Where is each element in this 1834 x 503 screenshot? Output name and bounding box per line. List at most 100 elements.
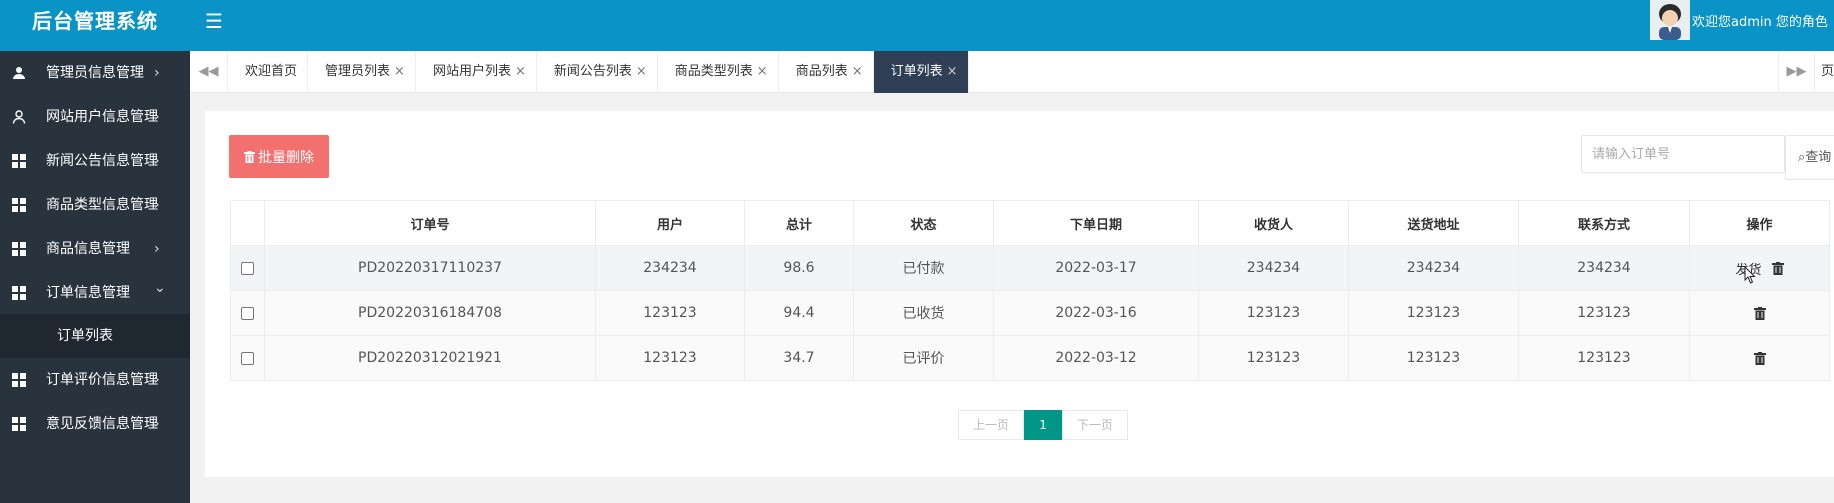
grid-icon [12, 417, 26, 431]
sidebar-item-order-manage[interactable]: 订单信息管理 ⌄ [0, 271, 190, 315]
total-cell: 94.4 [744, 290, 854, 336]
date-cell: 2022-03-12 [993, 335, 1199, 381]
tab-scroll-left-icon[interactable]: ◀◀ [190, 51, 228, 93]
row-select-cell [230, 245, 265, 291]
row-checkbox[interactable] [241, 351, 254, 365]
status-cell: 已收货 [853, 290, 994, 336]
column-header: 订单号 [264, 200, 596, 246]
close-icon[interactable]: × [852, 64, 863, 79]
close-icon[interactable]: × [947, 64, 958, 79]
close-icon[interactable]: × [515, 64, 526, 79]
page-number-current[interactable]: 1 [1024, 410, 1063, 440]
grid-icon [12, 242, 26, 256]
user-info[interactable]: 欢迎您admin 您的角色 [1650, 0, 1828, 40]
sidebar-item-label: 新闻公告信息管理 [46, 153, 158, 169]
user-cell: 123123 [595, 335, 745, 381]
table-row[interactable]: PD20220312021921 123123 34.7 已评价 2022-03… [230, 335, 1830, 381]
sidebar-item-label: 订单评价信息管理 [46, 372, 158, 388]
actions-cell: 发货 [1689, 245, 1830, 291]
tab-welcome[interactable]: 欢迎首页 [228, 51, 309, 93]
tab-label: 新闻公告列表 [553, 64, 632, 79]
chevron-right-icon: › [154, 197, 160, 213]
tab-label: 欢迎首页 [245, 64, 298, 79]
grid-icon [12, 198, 26, 212]
tab-page-menu[interactable]: 页 [1814, 51, 1834, 93]
receiver-cell: 234234 [1198, 245, 1349, 291]
delete-icon[interactable] [1753, 306, 1766, 320]
row-checkbox[interactable] [241, 261, 254, 275]
table-row[interactable]: PD20220317110237 234234 98.6 已付款 2022-03… [230, 245, 1830, 291]
order-no-cell: PD20220316184708 [264, 290, 596, 336]
total-cell: 34.7 [744, 335, 854, 381]
app-title: 后台管理系统 [32, 9, 158, 33]
date-cell: 2022-03-16 [993, 290, 1199, 336]
close-icon[interactable]: × [636, 64, 647, 79]
table-row[interactable]: PD20220316184708 123123 94.4 已收货 2022-03… [230, 290, 1830, 336]
avatar[interactable] [1650, 0, 1690, 40]
order-list-panel: 批量删除 ⌕查询 订单号 用户 总计 状态 下单日期 收货人 送货地址 联系方式… [205, 111, 1834, 477]
next-page-button[interactable]: 下一页 [1062, 410, 1129, 440]
tab-label: 订单列表 [890, 64, 943, 79]
status-cell: 已付款 [853, 245, 994, 291]
order-no-search-input[interactable] [1581, 135, 1785, 173]
order-table: 订单号 用户 总计 状态 下单日期 收货人 送货地址 联系方式 操作 PD202… [230, 200, 1830, 381]
sidebar-item-order-review-manage[interactable]: 订单评价信息管理 › [0, 358, 190, 402]
tab-product-type-list[interactable]: 商品类型列表 × [658, 51, 779, 93]
tab-site-user-list[interactable]: 网站用户列表 × [416, 51, 537, 93]
row-select-cell [230, 335, 265, 381]
phone-cell: 234234 [1518, 245, 1690, 291]
receiver-cell: 123123 [1198, 290, 1349, 336]
users-icon [13, 67, 25, 79]
close-icon[interactable]: × [394, 64, 405, 79]
search-button[interactable]: ⌕查询 [1785, 135, 1834, 180]
address-cell: 123123 [1348, 335, 1519, 381]
top-header: 后台管理系统 ☰ 欢迎您admin 您的角色 [0, 0, 1834, 51]
close-icon[interactable]: × [757, 64, 768, 79]
menu-toggle-icon[interactable]: ☰ [205, 11, 223, 31]
sidebar-item-label: 意见反馈信息管理 [46, 416, 158, 432]
grid-icon [12, 373, 26, 387]
delete-icon[interactable] [1771, 261, 1784, 275]
tab-admin-list[interactable]: 管理员列表 × [308, 51, 416, 93]
tab-product-list[interactable]: 商品列表 × [779, 51, 874, 93]
sidebar-item-product-manage[interactable]: 商品信息管理 › [0, 227, 190, 271]
sidebar-item-site-user-manage[interactable]: 网站用户信息管理 › [0, 95, 190, 139]
prev-page-button[interactable]: 上一页 [958, 410, 1025, 440]
sidebar-item-label: 订单信息管理 [46, 285, 130, 301]
sidebar-subitem-order-list[interactable]: 订单列表 [57, 314, 113, 358]
address-cell: 234234 [1348, 245, 1519, 291]
batch-delete-button[interactable]: 批量删除 [229, 135, 329, 178]
column-header: 收货人 [1198, 200, 1349, 246]
tab-scroll-right-icon[interactable]: ▶▶ [1778, 51, 1814, 93]
grid-icon [12, 286, 26, 300]
row-checkbox[interactable] [241, 306, 254, 320]
sidebar-item-product-type-manage[interactable]: 商品类型信息管理 › [0, 183, 190, 227]
grid-icon [12, 154, 26, 168]
sidebar-item-news-manage[interactable]: 新闻公告信息管理 › [0, 139, 190, 183]
order-no-cell: PD20220312021921 [264, 335, 596, 381]
chevron-right-icon: › [154, 372, 160, 388]
delete-icon[interactable] [1753, 351, 1766, 365]
column-header: 下单日期 [993, 200, 1199, 246]
tab-order-list[interactable]: 订单列表 × [873, 51, 969, 93]
row-actions: 发货 [1735, 259, 1784, 278]
user-cell: 234234 [595, 245, 745, 291]
address-cell: 123123 [1348, 290, 1519, 336]
sidebar-item-admin-manage[interactable]: 管理员信息管理 › [0, 51, 190, 95]
tab-label: 商品列表 [795, 64, 848, 79]
tab-label: 商品类型列表 [674, 64, 753, 79]
chevron-right-icon: › [154, 416, 160, 432]
tab-label: 管理员列表 [325, 64, 391, 79]
date-cell: 2022-03-17 [993, 245, 1199, 291]
phone-cell: 123123 [1518, 335, 1690, 381]
mouse-cursor-icon [1744, 266, 1756, 284]
phone-cell: 123123 [1518, 290, 1690, 336]
welcome-text: 欢迎您admin 您的角色 [1692, 14, 1828, 30]
status-cell: 已评价 [853, 335, 994, 381]
select-all-header [230, 200, 265, 246]
submenu-order: 订单列表 [0, 314, 190, 358]
tab-news-list[interactable]: 新闻公告列表 × [537, 51, 658, 93]
sidebar-item-feedback-manage[interactable]: 意见反馈信息管理 › [0, 402, 190, 446]
batch-delete-label: 批量删除 [258, 149, 314, 166]
column-header: 总计 [744, 200, 854, 246]
